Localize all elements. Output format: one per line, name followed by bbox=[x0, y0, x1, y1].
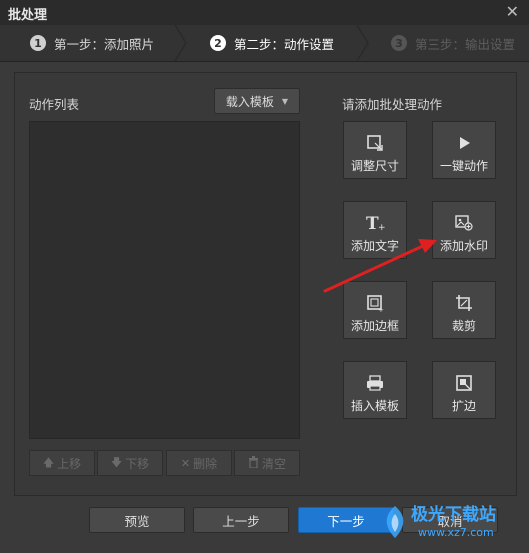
watermark-url: www.xz7.com bbox=[418, 526, 494, 539]
add-text-label: 添加文字 bbox=[350, 239, 399, 253]
title-bar: 批处理 ✕ bbox=[0, 0, 529, 25]
step-bar: 1 第一步：添加照片 2 第二步：动作设置 3 第三步：输出设置 bbox=[0, 25, 529, 62]
one-click-action-button[interactable]: 一键动作 bbox=[432, 121, 496, 179]
step-1: 1 第一步：添加照片 bbox=[30, 25, 154, 61]
step-1-label: 第一步：添加照片 bbox=[54, 36, 155, 52]
play-icon bbox=[454, 133, 474, 153]
add-watermark-button[interactable]: 添加水印 bbox=[432, 201, 496, 259]
move-up-button[interactable]: 🡅 上移 bbox=[29, 450, 95, 476]
preview-button[interactable]: 预览 bbox=[89, 507, 185, 533]
watermark-icon bbox=[454, 213, 474, 233]
expand-border-button[interactable]: 扩边 bbox=[432, 361, 496, 419]
caret-down-icon: ▼ bbox=[281, 96, 289, 106]
insert-template-button[interactable]: 插入模板 bbox=[343, 361, 407, 419]
watermark-logo-icon bbox=[386, 506, 404, 538]
arrow-up-icon: 🡅 bbox=[42, 455, 55, 469]
resize-icon bbox=[365, 133, 385, 153]
resize-label: 调整尺寸 bbox=[350, 159, 399, 173]
svg-text:+: + bbox=[378, 306, 384, 312]
trash-icon bbox=[248, 455, 259, 471]
add-border-label: 添加边框 bbox=[350, 319, 399, 333]
add-actions-title: 请添加批处理动作 bbox=[342, 97, 443, 112]
add-border-button[interactable]: + 添加边框 bbox=[343, 281, 407, 339]
chevron-right-icon bbox=[356, 25, 369, 61]
text-icon: T + bbox=[365, 213, 385, 233]
move-up-label: 上移 bbox=[57, 456, 82, 471]
clear-button[interactable]: 清空 bbox=[234, 450, 300, 476]
close-icon[interactable]: ✕ bbox=[506, 3, 519, 21]
expand-border-label: 扩边 bbox=[451, 399, 476, 413]
window-title: 批处理 bbox=[8, 8, 48, 23]
preview-label: 预览 bbox=[124, 513, 150, 529]
action-list-title: 动作列表 bbox=[29, 97, 80, 112]
step-3-number: 3 bbox=[391, 35, 407, 51]
clear-label: 清空 bbox=[261, 456, 286, 471]
prev-step-label: 上一步 bbox=[222, 513, 260, 529]
crop-label: 裁剪 bbox=[451, 319, 476, 333]
crop-button[interactable]: 裁剪 bbox=[432, 281, 496, 339]
arrow-down-icon: 🡇 bbox=[110, 455, 123, 469]
move-down-label: 下移 bbox=[125, 456, 150, 471]
watermark-text: 极光下载站 bbox=[411, 505, 496, 525]
next-step-label: 下一步 bbox=[327, 513, 365, 529]
one-click-action-label: 一键动作 bbox=[439, 159, 488, 173]
step-3-label: 第三步：输出设置 bbox=[415, 36, 516, 52]
delete-button[interactable]: ✕ 删除 bbox=[166, 450, 232, 476]
step-1-number: 1 bbox=[30, 35, 46, 51]
insert-template-label: 插入模板 bbox=[350, 399, 399, 413]
step-3: 3 第三步：输出设置 bbox=[391, 25, 515, 61]
action-list-box[interactable] bbox=[29, 121, 300, 439]
step-2-number: 2 bbox=[210, 35, 226, 51]
add-text-button[interactable]: T + 添加文字 bbox=[343, 201, 407, 259]
chevron-right-icon bbox=[174, 25, 187, 61]
template-icon bbox=[365, 373, 385, 393]
move-down-button[interactable]: 🡇 下移 bbox=[97, 450, 163, 476]
load-template-label: 载入模板 bbox=[225, 94, 274, 109]
border-icon: + bbox=[365, 293, 385, 313]
svg-text:+: + bbox=[378, 223, 385, 232]
x-icon: ✕ bbox=[180, 456, 191, 470]
resize-button[interactable]: 调整尺寸 bbox=[343, 121, 407, 179]
prev-step-button[interactable]: 上一步 bbox=[193, 507, 289, 533]
load-template-dropdown[interactable]: 载入模板 ▼ bbox=[214, 88, 300, 114]
expand-icon bbox=[454, 373, 474, 393]
step-2: 2 第二步：动作设置 bbox=[210, 25, 334, 61]
delete-label: 删除 bbox=[193, 456, 218, 471]
step-2-label: 第二步：动作设置 bbox=[234, 36, 335, 52]
add-watermark-label: 添加水印 bbox=[439, 239, 488, 253]
crop-icon bbox=[454, 293, 474, 313]
